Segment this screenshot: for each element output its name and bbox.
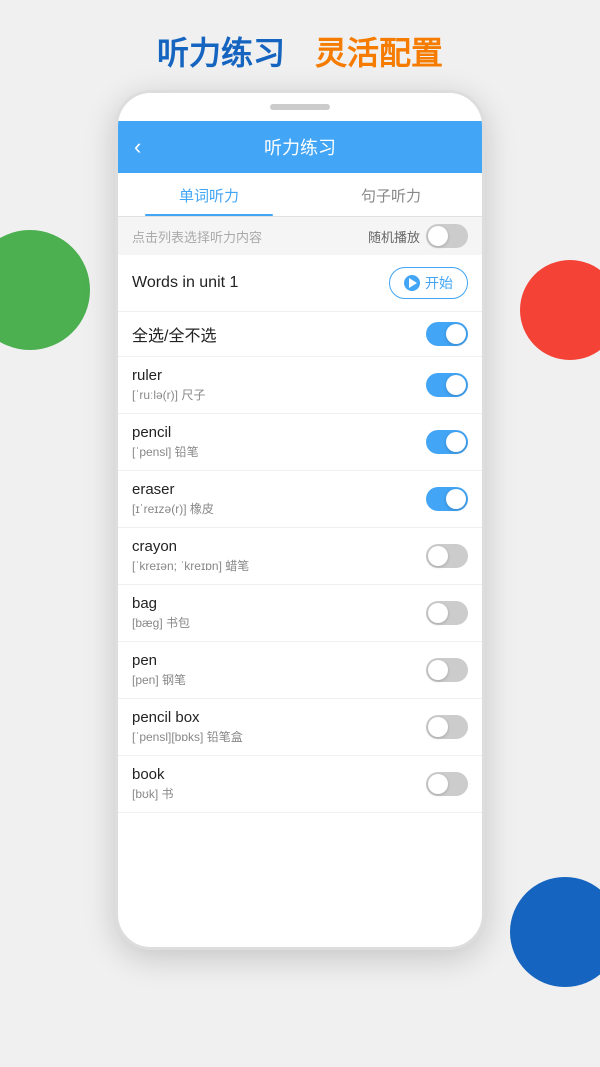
back-button[interactable]: ‹: [134, 134, 141, 160]
word-toggle[interactable]: [426, 544, 468, 568]
word-list: 全选/全不选 ruler [ˈruːlə(r)] 尺子 pencil [ˈpensl]…: [118, 312, 482, 813]
unit-title: Words in unit 1: [132, 274, 238, 292]
word-info: pencil box [ˈpensl][bɒks] 铅笔盒: [132, 709, 243, 745]
start-button-label: 开始: [425, 273, 453, 293]
select-all-toggle[interactable]: [426, 322, 468, 346]
tab-sentence-listening[interactable]: 句子听力: [300, 173, 482, 216]
word-rows-container: ruler [ˈruːlə(r)] 尺子 pencil [ˈpensl] 铅笔 eras…: [118, 357, 482, 813]
word-phonetic-cn: [ˈpensl][bɒks] 铅笔盒: [132, 728, 243, 745]
random-play-toggle[interactable]: [426, 224, 468, 248]
random-play-row: 随机播放: [368, 224, 468, 248]
word-english: pencil: [132, 424, 199, 441]
word-english: bag: [132, 595, 190, 612]
word-row: crayon [ˈkreɪən; ˈkreɪɒn] 蜡笔: [118, 528, 482, 585]
word-toggle[interactable]: [426, 373, 468, 397]
word-toggle[interactable]: [426, 487, 468, 511]
word-row: eraser [ɪˈreɪzə(r)] 橡皮: [118, 471, 482, 528]
decorative-circle-red: [520, 260, 600, 360]
word-phonetic-cn: [bʊk] 书: [132, 785, 174, 802]
top-header: 听力练习 灵活配置: [0, 0, 600, 90]
word-row: pencil box [ˈpensl][bɒks] 铅笔盒: [118, 699, 482, 756]
word-english: ruler: [132, 367, 205, 384]
phone-frame: ‹ 听力练习 单词听力 句子听力 点击列表选择听力内容 随机播放 Words i…: [115, 90, 485, 950]
app-title: 听力练习: [264, 134, 336, 160]
select-all-label: 全选/全不选: [132, 322, 216, 346]
word-english: book: [132, 766, 174, 783]
word-row: bag [bæɡ] 书包: [118, 585, 482, 642]
word-phonetic-cn: [ˈkreɪən; ˈkreɪɒn] 蜡笔: [132, 557, 249, 574]
word-info: crayon [ˈkreɪən; ˈkreɪɒn] 蜡笔: [132, 538, 249, 574]
word-info: book [bʊk] 书: [132, 766, 174, 802]
word-info: pen [pen] 钢笔: [132, 652, 186, 688]
word-phonetic-cn: [ˈruːlə(r)] 尺子: [132, 386, 205, 403]
word-info: ruler [ˈruːlə(r)] 尺子: [132, 367, 205, 403]
tab-word-listening[interactable]: 单词听力: [118, 173, 300, 216]
word-english: pen: [132, 652, 186, 669]
word-row: pencil [ˈpensl] 铅笔: [118, 414, 482, 471]
phone-speaker: [270, 104, 330, 110]
word-phonetic-cn: [pen] 钢笔: [132, 671, 186, 688]
word-toggle[interactable]: [426, 430, 468, 454]
word-row: book [bʊk] 书: [118, 756, 482, 813]
app-header: ‹ 听力练习: [118, 121, 482, 173]
subtitle-hint: 点击列表选择听力内容: [132, 227, 262, 246]
word-info: eraser [ɪˈreɪzə(r)] 橡皮: [132, 481, 214, 517]
word-toggle[interactable]: [426, 715, 468, 739]
decorative-circle-green: [0, 230, 90, 350]
word-english: pencil box: [132, 709, 243, 726]
phone-top-bar: [118, 93, 482, 121]
top-header-right: 灵活配置: [315, 28, 443, 74]
word-toggle[interactable]: [426, 658, 468, 682]
word-english: eraser: [132, 481, 214, 498]
start-button[interactable]: 开始: [389, 267, 468, 299]
word-toggle[interactable]: [426, 601, 468, 625]
word-info: bag [bæɡ] 书包: [132, 595, 190, 631]
word-phonetic-cn: [ˈpensl] 铅笔: [132, 443, 199, 460]
word-english: crayon: [132, 538, 249, 555]
word-toggle[interactable]: [426, 772, 468, 796]
play-icon: [404, 275, 420, 291]
subtitle-bar: 点击列表选择听力内容 随机播放: [118, 217, 482, 255]
tabs-bar: 单词听力 句子听力: [118, 173, 482, 217]
word-phonetic-cn: [bæɡ] 书包: [132, 614, 190, 631]
top-header-left: 听力练习: [157, 28, 285, 74]
word-row: pen [pen] 钢笔: [118, 642, 482, 699]
word-row: ruler [ˈruːlə(r)] 尺子: [118, 357, 482, 414]
word-phonetic-cn: [ɪˈreɪzə(r)] 橡皮: [132, 500, 214, 517]
random-play-label: 随机播放: [368, 227, 420, 246]
select-all-row: 全选/全不选: [118, 312, 482, 357]
decorative-circle-blue: [510, 877, 600, 987]
word-info: pencil [ˈpensl] 铅笔: [132, 424, 199, 460]
unit-row: Words in unit 1 开始: [118, 255, 482, 312]
